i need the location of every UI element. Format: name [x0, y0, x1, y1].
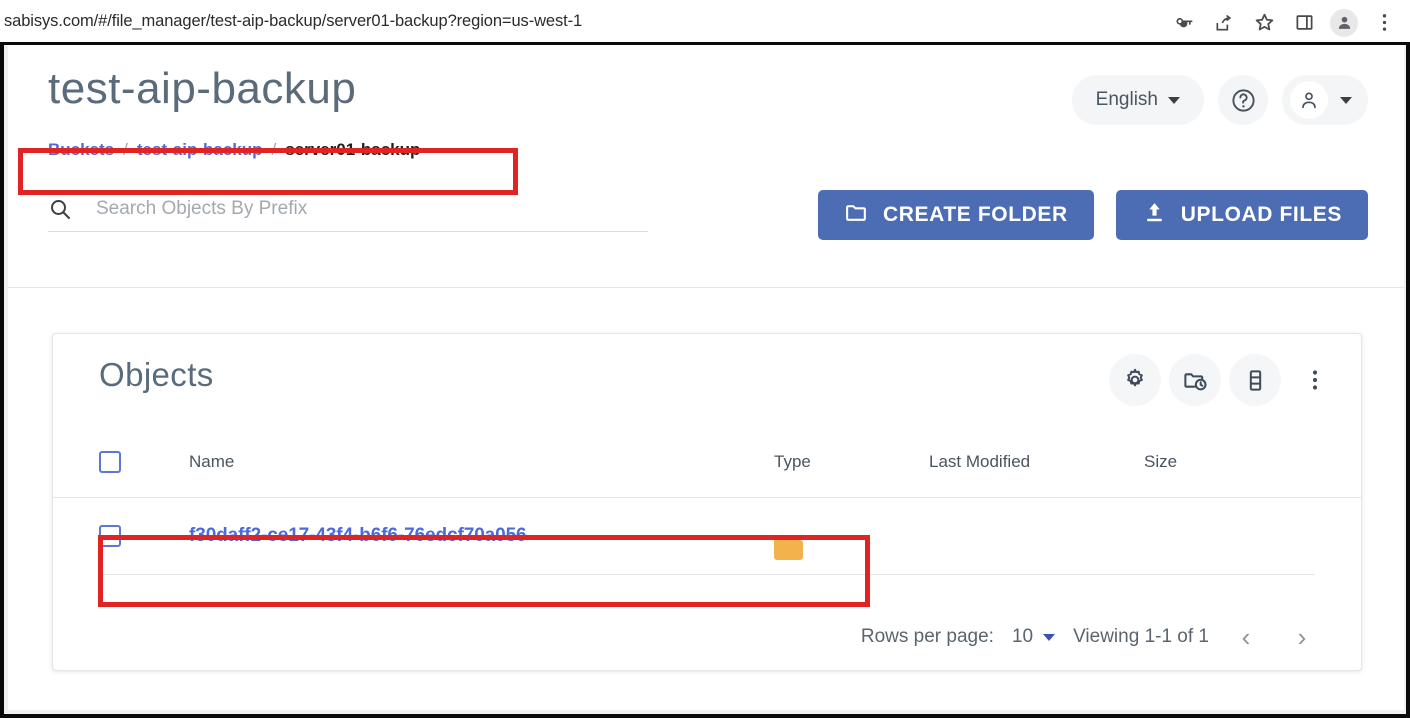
chevron-down-icon	[1168, 96, 1180, 104]
column-header-name[interactable]: Name	[189, 452, 774, 472]
chevron-right-icon[interactable]: ›	[1283, 618, 1321, 656]
breadcrumb-separator: /	[123, 140, 128, 159]
objects-card: Objects Name Type Last Modified Size f30…	[52, 333, 1362, 671]
browser-toolbar: sabisys.com/#/file_manager/test-aip-back…	[0, 0, 1410, 45]
profile-avatar-icon[interactable]	[1324, 3, 1364, 43]
address-bar-url[interactable]: sabisys.com/#/file_manager/test-aip-back…	[0, 12, 582, 31]
upload-files-button[interactable]: UPLOAD FILES	[1115, 190, 1368, 240]
rows-per-page-select[interactable]: 10	[1011, 626, 1056, 648]
create-folder-button[interactable]: CREATE FOLDER	[818, 190, 1094, 240]
settings-gear-icon[interactable]	[1109, 354, 1161, 406]
app-window: test-aip-backup English Buckets / test-a…	[0, 45, 1410, 718]
bookmark-star-icon[interactable]	[1244, 3, 1284, 43]
row-checkbox[interactable]	[99, 525, 121, 547]
search-bar	[48, 197, 648, 232]
create-folder-label: CREATE FOLDER	[883, 203, 1068, 226]
object-name-link[interactable]: f30daff2-ce17-43f4-b6f6-76edcf70a056	[189, 525, 527, 546]
column-header-last-modified[interactable]: Last Modified	[929, 452, 1144, 472]
objects-card-header: Objects	[53, 334, 1361, 426]
folder-icon	[844, 200, 869, 231]
help-button[interactable]	[1218, 75, 1268, 125]
chevron-down-icon	[1043, 633, 1056, 641]
storage-columns-icon[interactable]	[1229, 354, 1281, 406]
upload-icon	[1142, 200, 1167, 231]
column-header-type[interactable]: Type	[774, 452, 929, 472]
objects-table: Name Type Last Modified Size f30daff2-ce…	[53, 426, 1361, 575]
chevron-down-icon	[1340, 96, 1352, 104]
kebab-menu-icon[interactable]	[1289, 354, 1341, 406]
rows-per-page-value: 10	[1011, 626, 1034, 647]
side-panel-icon[interactable]	[1284, 3, 1324, 43]
breadcrumb: Buckets / test-aip-backup / server01-bac…	[48, 140, 420, 160]
share-icon[interactable]	[1204, 3, 1244, 43]
page-header: test-aip-backup English Buckets / test-a…	[8, 45, 1404, 288]
account-menu[interactable]	[1282, 75, 1368, 125]
row-name-cell: f30daff2-ce17-43f4-b6f6-76edcf70a056	[189, 525, 774, 547]
language-label: English	[1095, 89, 1158, 110]
row-select-cell	[99, 525, 189, 547]
header-actions: English	[1071, 75, 1368, 125]
app-content: test-aip-backup English Buckets / test-a…	[8, 45, 1404, 710]
column-header-size[interactable]: Size	[1144, 452, 1315, 472]
breadcrumb-separator: /	[271, 140, 277, 159]
table-row-divider	[99, 574, 1315, 575]
search-icon	[48, 197, 72, 221]
folder-history-icon[interactable]	[1169, 354, 1221, 406]
table-header-row: Name Type Last Modified Size	[53, 426, 1361, 498]
browser-toolbar-icons	[1164, 0, 1404, 45]
key-icon[interactable]	[1164, 3, 1204, 43]
screenshot-root: sabisys.com/#/file_manager/test-aip-back…	[0, 0, 1410, 718]
select-all-cell	[99, 450, 189, 473]
person-icon	[1290, 81, 1328, 119]
page-title: test-aip-backup	[48, 64, 357, 113]
objects-toolbar	[1109, 354, 1341, 406]
chevron-left-icon[interactable]: ‹	[1227, 618, 1265, 656]
viewing-range-label: Viewing 1-1 of 1	[1073, 626, 1209, 647]
help-circle-icon	[1231, 88, 1255, 112]
table-pagination: Rows per page: 10 Viewing 1-1 of 1 ‹ ›	[861, 618, 1321, 656]
breadcrumb-item-current: server01-backup	[285, 140, 421, 159]
kebab-menu-icon[interactable]	[1364, 3, 1404, 43]
header-action-buttons: CREATE FOLDER UPLOAD FILES	[818, 190, 1368, 240]
upload-files-label: UPLOAD FILES	[1180, 203, 1342, 226]
table-row[interactable]: f30daff2-ce17-43f4-b6f6-76edcf70a056	[53, 498, 1361, 574]
rows-per-page-label: Rows per page:	[860, 626, 994, 647]
breadcrumb-item-buckets[interactable]: Buckets	[48, 140, 114, 160]
search-input[interactable]	[94, 197, 618, 221]
objects-title: Objects	[99, 356, 214, 393]
language-selector[interactable]: English	[1071, 75, 1204, 125]
select-all-checkbox[interactable]	[99, 450, 121, 473]
breadcrumb-item-bucket[interactable]: test-aip-backup	[137, 140, 263, 160]
